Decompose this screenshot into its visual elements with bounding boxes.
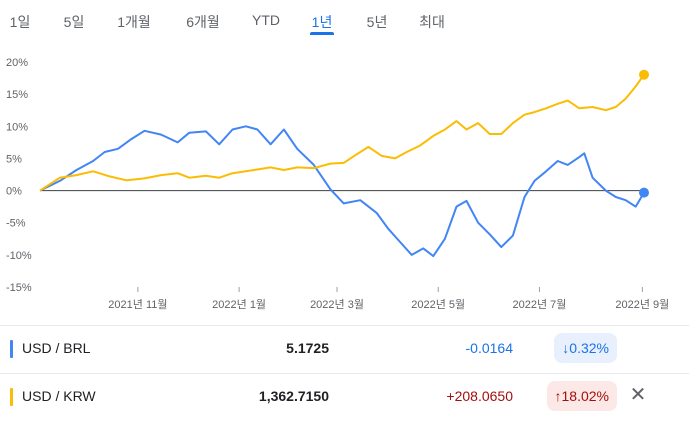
series-end-dot-1 (639, 69, 649, 80)
percent-change-badge: ↓0.32% (554, 333, 617, 363)
divider (0, 373, 689, 374)
x-tick-label: 2022년 3월 (310, 298, 364, 311)
percent-change-badge: ↑18.02% (546, 381, 617, 411)
x-tick-label: 2022년 7월 (513, 298, 567, 311)
currency-pair-label: USD / KRW (22, 388, 96, 404)
price-value: 1,362.7150 (258, 388, 329, 404)
range-tabs: 1일 5일 1개월 6개월 YTD 1년 5년 최대 (0, 0, 689, 40)
series-color-swatch (10, 388, 13, 406)
tab-1[interactable]: 5일 (64, 12, 85, 32)
y-tick-label: -5% (6, 218, 26, 230)
tab-4[interactable]: YTD (252, 12, 280, 28)
tab-2[interactable]: 1개월 (117, 12, 151, 32)
price-value: 5.1725 (286, 340, 329, 356)
x-tick-label: 2022년 1월 (212, 298, 266, 311)
series-line-1 (39, 74, 645, 192)
y-tick-label: 0% (6, 186, 22, 198)
y-tick-label: 20% (6, 57, 28, 69)
comparison-chart: 20% 15% 10% 5% 0% -5% -10% -15% 2021년 11월 2022년 1… (6, 57, 669, 311)
tab-5[interactable]: 1년 (312, 12, 333, 32)
tab-6[interactable]: 5년 (367, 12, 388, 32)
series-color-swatch (10, 340, 13, 358)
comparison-row[interactable]: USD / KRW 1,362.7150 +208.0650 ↑18.02% ✕ (0, 376, 689, 418)
change-value: -0.0164 (465, 340, 513, 356)
x-tick-label: 2022년 9월 (615, 298, 669, 311)
x-tick-label: 2021년 11월 (108, 298, 167, 311)
x-tick-label: 2022년 5월 (411, 298, 465, 311)
active-tab-underline (310, 32, 334, 35)
close-icon[interactable]: ✕ (627, 384, 649, 406)
tab-0[interactable]: 1일 (10, 12, 31, 32)
series-end-dot-0 (639, 187, 649, 198)
y-tick-label: -15% (6, 282, 32, 294)
divider (0, 325, 689, 326)
tab-7[interactable]: 최대 (419, 12, 445, 32)
tab-3[interactable]: 6개월 (186, 12, 220, 32)
y-tick-label: -10% (6, 250, 32, 262)
y-tick-label: 5% (6, 153, 22, 165)
series-line-0 (39, 125, 645, 258)
y-tick-label: 15% (6, 89, 28, 101)
y-tick-label: 10% (6, 121, 28, 133)
comparison-row[interactable]: USD / BRL 5.1725 -0.0164 ↓0.32% (0, 328, 689, 370)
change-value: +208.0650 (446, 388, 513, 404)
currency-pair-label: USD / BRL (22, 340, 91, 356)
